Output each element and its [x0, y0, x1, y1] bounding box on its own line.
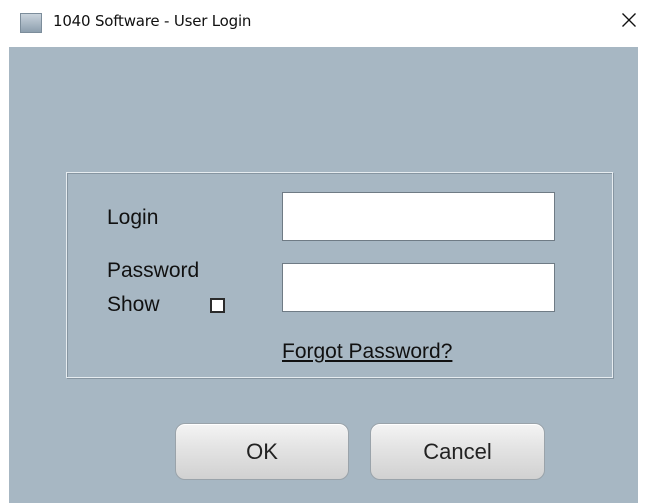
cancel-button[interactable]: Cancel — [370, 423, 545, 480]
close-icon — [622, 13, 636, 27]
login-dialog-window: 1040 Software - User Login Login Passwor… — [0, 0, 647, 503]
app-icon — [20, 13, 42, 33]
dialog-client-area: Login Password Show Forgot Password? OK … — [9, 47, 638, 503]
window-title: 1040 Software - User Login — [53, 12, 252, 30]
show-password-checkbox[interactable] — [210, 298, 225, 313]
login-label: Login — [107, 206, 159, 229]
password-input[interactable] — [282, 263, 555, 312]
close-button[interactable] — [611, 0, 647, 40]
title-bar: 1040 Software - User Login — [0, 0, 647, 47]
forgot-password-link[interactable]: Forgot Password? — [282, 340, 452, 364]
ok-button[interactable]: OK — [175, 423, 349, 480]
credentials-group-box: Login Password Show Forgot Password? — [66, 172, 613, 378]
show-password-label: Show — [107, 293, 160, 316]
password-label: Password — [107, 259, 200, 282]
login-input[interactable] — [282, 192, 555, 241]
